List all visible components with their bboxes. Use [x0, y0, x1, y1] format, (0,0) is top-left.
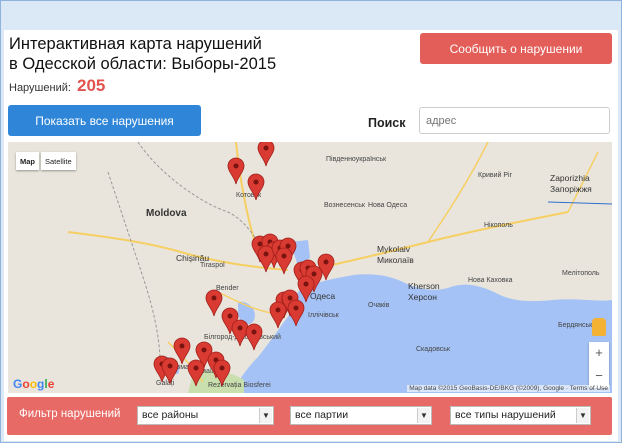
street-view-pegman-icon[interactable] — [592, 318, 606, 336]
party-select-value: все партии — [295, 409, 349, 421]
zoom-control: + − — [589, 342, 609, 388]
violation-markers — [153, 142, 335, 387]
marker-bilhorod-3[interactable] — [231, 319, 249, 347]
chevron-down-icon: ▼ — [417, 408, 430, 423]
marker-coast-3[interactable] — [269, 301, 287, 329]
filter-label: Фильтр нарушений — [19, 408, 121, 420]
zoom-in-button[interactable]: + — [589, 342, 609, 365]
google-logo: Google — [13, 377, 55, 391]
map-attribution: Map data ©2015 GeoBasis-DE/BKG (©2009), … — [407, 385, 610, 392]
marker-kotovsk[interactable] — [227, 157, 245, 185]
violations-filter-bar: Фильтр нарушений все районы ▼ все партии… — [7, 397, 612, 435]
report-violation-button[interactable]: Сообщить о нарушении — [420, 33, 612, 64]
title-line-1: Интерактивная карта нарушений — [9, 35, 262, 53]
chevron-down-icon: ▼ — [576, 408, 589, 423]
address-search-input[interactable] — [419, 107, 610, 134]
district-select[interactable]: все районы ▼ — [137, 406, 274, 425]
marker-odesa-4[interactable] — [297, 275, 315, 303]
violations-counter: Нарушений: 205 — [9, 76, 105, 96]
type-select-value: все типы нарушений — [455, 409, 556, 421]
show-all-violations-button[interactable]: Показать все нарушения — [8, 105, 201, 136]
marker-south-4[interactable] — [187, 359, 205, 387]
marker-south-1[interactable] — [173, 337, 191, 365]
district-select-value: все районы — [142, 409, 199, 421]
chevron-down-icon: ▼ — [259, 408, 272, 423]
violations-count-value: 205 — [76, 76, 106, 95]
type-select[interactable]: все типы нарушений ▼ — [450, 406, 591, 425]
marker-bilhorod-1[interactable] — [205, 289, 223, 317]
marker-coast-5[interactable] — [245, 323, 263, 351]
party-select[interactable]: все партии ▼ — [290, 406, 432, 425]
marker-cluster-7[interactable] — [275, 247, 293, 275]
marker-north-2[interactable] — [247, 173, 265, 201]
page-title: Интерактивная карта нарушений в Одесской… — [9, 34, 276, 74]
window-frame: Интерактивная карта нарушений в Одесской… — [0, 0, 622, 443]
violations-map[interactable]: Map Satellite Moldova Chișinău Tiraspol … — [8, 142, 612, 393]
title-line-2: в Одесской области: Выборы-2015 — [9, 55, 277, 73]
search-label: Поиск — [368, 116, 406, 130]
marker-north-1[interactable] — [257, 142, 275, 167]
violations-count-label: Нарушений: — [9, 82, 71, 94]
marker-coast-4[interactable] — [287, 299, 305, 327]
marker-cluster-4[interactable] — [257, 245, 275, 273]
marker-south-6[interactable] — [161, 357, 179, 385]
marker-south-7[interactable] — [213, 359, 231, 387]
page-content: Интерактивная карта нарушений в Одесской… — [4, 30, 618, 441]
